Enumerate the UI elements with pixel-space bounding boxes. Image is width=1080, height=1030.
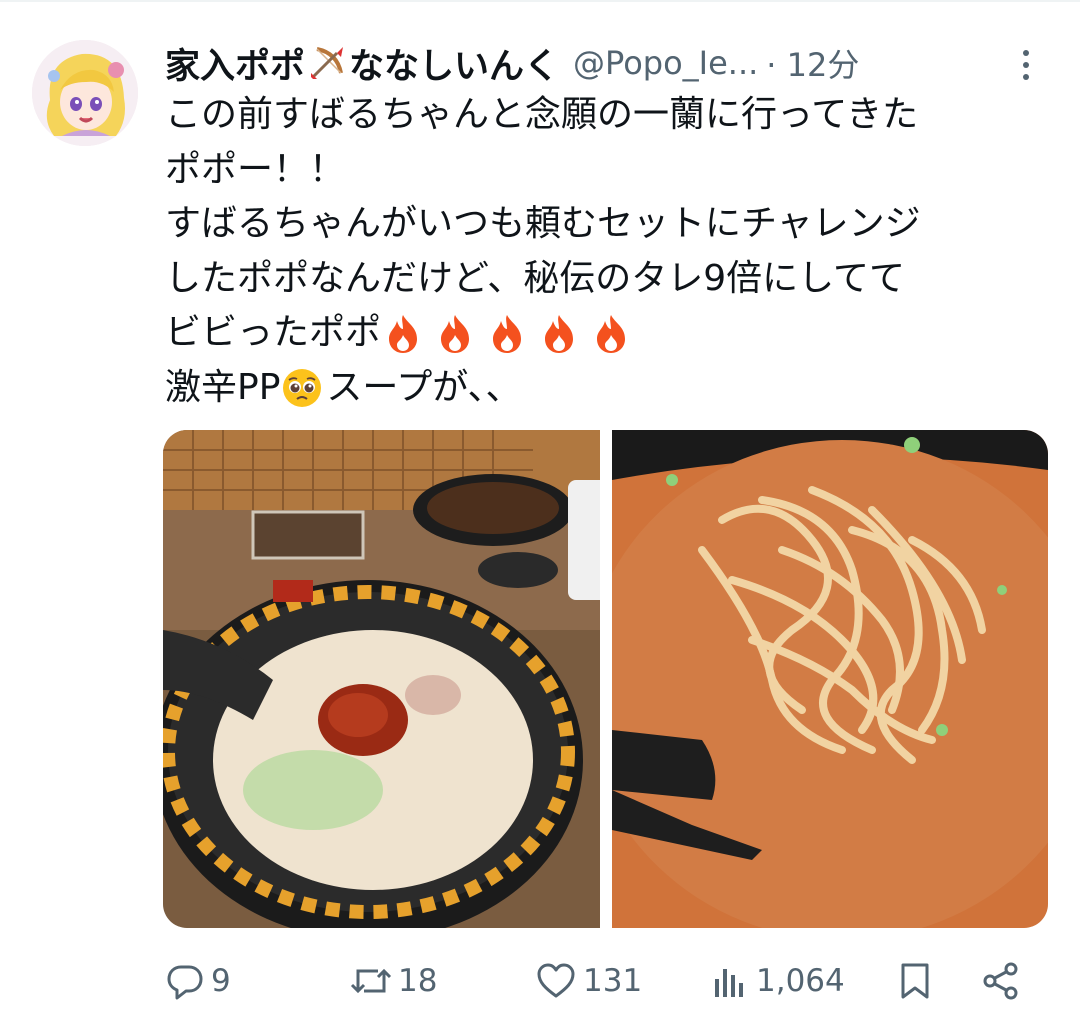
- tweet-line: したポポなんだけど、秘伝のタレ9倍にしてて: [165, 257, 906, 299]
- display-name-part1: 家入ポポ: [165, 46, 306, 87]
- tweet-actions: 9 18 131 1,064: [165, 955, 1045, 1007]
- avatar-icon: [32, 40, 138, 146]
- pleading-face-emoji-icon: [280, 366, 324, 410]
- photo-spicy-noodles[interactable]: [612, 430, 1048, 928]
- media-grid: [163, 430, 1048, 928]
- fire-emoji-icon: [381, 311, 425, 355]
- views-icon: [715, 969, 743, 997]
- views-button[interactable]: 1,064: [710, 955, 845, 1007]
- like-count: 131: [583, 963, 643, 999]
- fire-emoji-icon: [589, 311, 633, 355]
- reply-count: 9: [211, 963, 231, 999]
- tweet-line: ポポー！！: [165, 148, 346, 190]
- tweet-line: すばるちゃんがいつも頼むセットにチャレンジ: [165, 203, 921, 244]
- share-button[interactable]: [980, 955, 1022, 1007]
- fire-emoji-icon: [537, 311, 581, 355]
- share-icon: [983, 962, 1018, 1000]
- retweet-button[interactable]: 18: [350, 955, 437, 1007]
- user-handle[interactable]: @Popo_Ie...: [573, 44, 758, 82]
- bow-and-arrow-emoji-icon: [307, 43, 347, 83]
- top-divider: [0, 0, 1080, 2]
- views-count: 1,064: [756, 963, 845, 999]
- tweet-header: 家入ポポ ななしいんく @Popo_Ie... · 12分: [165, 38, 1065, 88]
- tweet-line-text: ビビったポポ: [165, 312, 382, 353]
- tweet-line-with-emoji: 激辛PP スープが、、: [165, 361, 1055, 416]
- tweet-text: この前すばるちゃんと念願の一蘭に行ってきた ポポー！！ すばるちゃんがいつも頼む…: [165, 88, 1055, 415]
- photo-ramen-bowl[interactable]: [163, 430, 600, 928]
- fire-emoji-icon: [485, 311, 529, 355]
- display-name-part2: ななしいんく: [349, 46, 560, 87]
- retweet-icon: [350, 968, 392, 994]
- like-icon: [537, 963, 575, 998]
- reply-icon: [167, 965, 203, 1000]
- like-button[interactable]: 131: [535, 955, 642, 1007]
- reply-button[interactable]: 9: [165, 955, 231, 1007]
- more-vertical-icon[interactable]: [1018, 50, 1034, 80]
- bookmark-icon: [901, 963, 929, 999]
- avatar[interactable]: [32, 40, 138, 146]
- tweet-line-text: 激辛PP: [165, 366, 281, 408]
- tweet-line-with-fire: ビビったポポ: [165, 306, 1055, 361]
- timestamp[interactable]: · 12分: [766, 40, 859, 86]
- bookmark-button[interactable]: [895, 955, 935, 1007]
- fire-emoji-icon: [433, 311, 477, 355]
- tweet-line-text: スープが、、: [326, 366, 522, 408]
- display-name[interactable]: 家入ポポ ななしいんく: [165, 38, 559, 89]
- tweet-line: この前すばるちゃんと念願の一蘭に行ってきた: [165, 94, 919, 135]
- retweet-count: 18: [398, 963, 438, 999]
